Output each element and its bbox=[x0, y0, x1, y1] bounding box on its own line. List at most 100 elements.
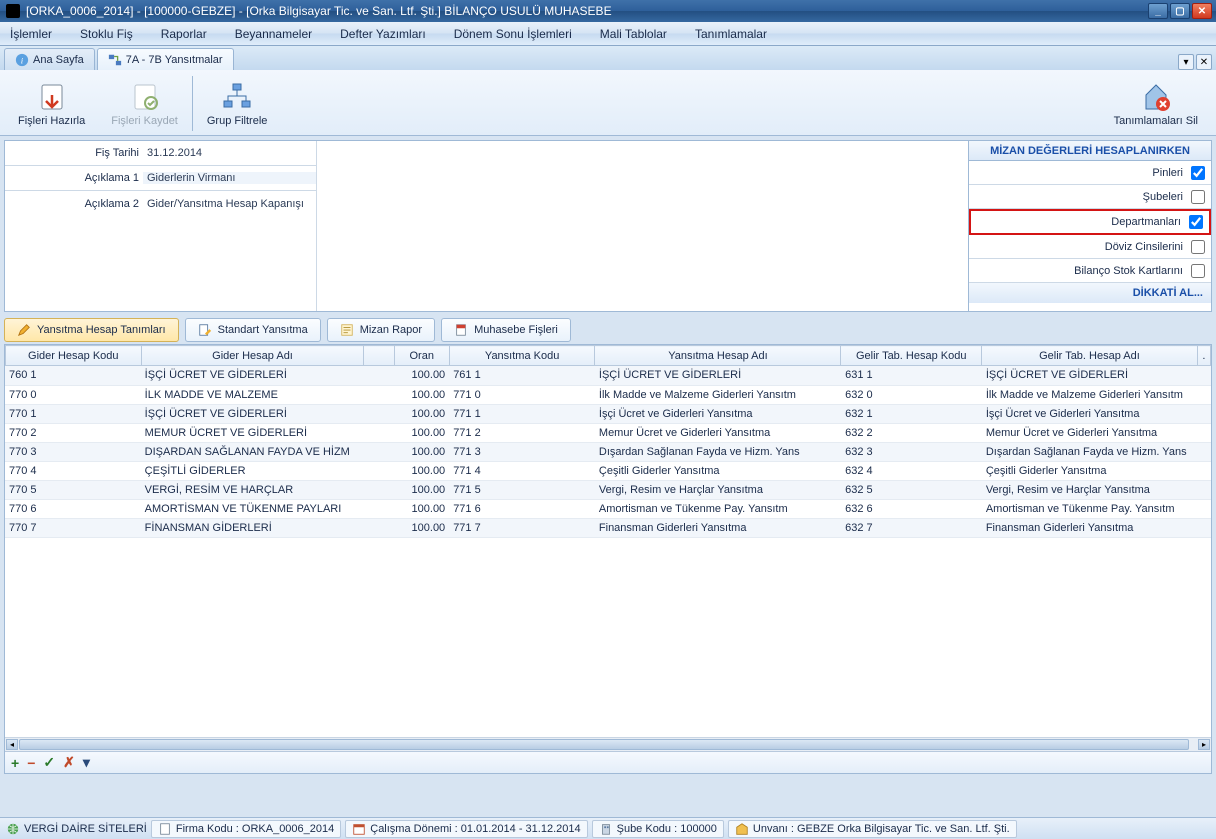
grid-more-button[interactable]: ▾ bbox=[83, 754, 90, 771]
cell-gider-adi[interactable]: DIŞARDAN SAĞLANAN FAYDA VE HİZM bbox=[141, 442, 364, 461]
cell-blank[interactable] bbox=[364, 518, 394, 537]
cell-blank[interactable] bbox=[364, 480, 394, 499]
table-row[interactable]: 770 4ÇEŞİTLİ GİDERLER100.00771 4Çeşitli … bbox=[5, 461, 1211, 480]
status-vergi[interactable]: VERGİ DAİRE SİTELERİ bbox=[24, 823, 147, 835]
cell-blank[interactable] bbox=[364, 423, 394, 442]
cell-gelir-kodu[interactable]: 632 0 bbox=[841, 385, 982, 404]
mizan-checkbox-departmanlari[interactable] bbox=[1189, 215, 1203, 229]
col-gelir-adi[interactable]: Gelir Tab. Hesap Adı bbox=[982, 346, 1198, 366]
cell-last[interactable] bbox=[1198, 518, 1211, 537]
cell-blank[interactable] bbox=[364, 366, 394, 385]
cell-yansitma-kodu[interactable]: 771 7 bbox=[449, 518, 595, 537]
grid-add-button[interactable]: + bbox=[11, 755, 19, 771]
fisleri-hazirla-button[interactable]: Fişleri Hazırla bbox=[12, 77, 91, 131]
table-row[interactable]: 770 2MEMUR ÜCRET VE GİDERLERİ100.00771 2… bbox=[5, 423, 1211, 442]
mizan-checkbox-doviz[interactable] bbox=[1191, 240, 1205, 254]
cell-gelir-kodu[interactable]: 632 3 bbox=[841, 442, 982, 461]
cell-gider-kodu[interactable]: 770 0 bbox=[5, 385, 141, 404]
col-gelir-kodu[interactable]: Gelir Tab. Hesap Kodu bbox=[841, 346, 982, 366]
cell-oran[interactable]: 100.00 bbox=[394, 442, 449, 461]
vtab-mizan-rapor[interactable]: Mizan Rapor bbox=[327, 318, 435, 342]
cell-yansitma-adi[interactable]: Çeşitli Giderler Yansıtma bbox=[595, 461, 841, 480]
table-row[interactable]: 760 1İŞÇİ ÜCRET VE GİDERLERİ100.00761 1İ… bbox=[5, 366, 1211, 385]
table-row[interactable]: 770 1İŞÇİ ÜCRET VE GİDERLERİ100.00771 1İ… bbox=[5, 404, 1211, 423]
mizan-row-departmanlari[interactable]: Departmanları bbox=[969, 209, 1211, 235]
cell-gelir-adi[interactable]: Memur Ücret ve Giderleri Yansıtma bbox=[982, 423, 1198, 442]
grid-body[interactable]: 760 1İŞÇİ ÜCRET VE GİDERLERİ100.00761 1İ… bbox=[5, 366, 1211, 737]
cell-oran[interactable]: 100.00 bbox=[394, 518, 449, 537]
cell-oran[interactable]: 100.00 bbox=[394, 366, 449, 385]
cell-gelir-kodu[interactable]: 631 1 bbox=[841, 366, 982, 385]
scroll-left-arrow[interactable]: ◂ bbox=[6, 739, 18, 750]
cell-oran[interactable]: 100.00 bbox=[394, 423, 449, 442]
tanimlamalari-sil-button[interactable]: Tanımlamaları Sil bbox=[1108, 77, 1204, 131]
cell-yansitma-adi[interactable]: İŞÇİ ÜCRET VE GİDERLERİ bbox=[595, 366, 841, 385]
cell-yansitma-kodu[interactable]: 771 6 bbox=[449, 499, 595, 518]
cell-oran[interactable]: 100.00 bbox=[394, 461, 449, 480]
cell-yansitma-adi[interactable]: İlk Madde ve Malzeme Giderleri Yansıtm bbox=[595, 385, 841, 404]
menu-raporlar[interactable]: Raporlar bbox=[161, 27, 207, 41]
vtab-yansitma-tanimlari[interactable]: Yansıtma Hesap Tanımları bbox=[4, 318, 179, 342]
cell-blank[interactable] bbox=[364, 499, 394, 518]
cell-gider-adi[interactable]: FİNANSMAN GİDERLERİ bbox=[141, 518, 364, 537]
cell-gider-adi[interactable]: MEMUR ÜCRET VE GİDERLERİ bbox=[141, 423, 364, 442]
cell-yansitma-adi[interactable]: Dışardan Sağlanan Fayda ve Hizm. Yans bbox=[595, 442, 841, 461]
cell-last[interactable] bbox=[1198, 442, 1211, 461]
scroll-thumb[interactable] bbox=[19, 739, 1189, 750]
cell-gider-adi[interactable]: İŞÇİ ÜCRET VE GİDERLERİ bbox=[141, 366, 364, 385]
cell-blank[interactable] bbox=[364, 442, 394, 461]
cell-last[interactable] bbox=[1198, 480, 1211, 499]
cell-last[interactable] bbox=[1198, 404, 1211, 423]
minimize-button[interactable]: _ bbox=[1148, 3, 1168, 19]
cell-gider-kodu[interactable]: 770 3 bbox=[5, 442, 141, 461]
cell-blank[interactable] bbox=[364, 385, 394, 404]
cell-yansitma-kodu[interactable]: 771 0 bbox=[449, 385, 595, 404]
vtab-muhasebe-fisleri[interactable]: Muhasebe Fişleri bbox=[441, 318, 571, 342]
grid-cancel-button[interactable]: ✗ bbox=[63, 754, 75, 771]
cell-gelir-adi[interactable]: İŞÇİ ÜCRET VE GİDERLERİ bbox=[982, 366, 1198, 385]
cell-oran[interactable]: 100.00 bbox=[394, 499, 449, 518]
cell-gider-kodu[interactable]: 760 1 bbox=[5, 366, 141, 385]
menu-donem-sonu[interactable]: Dönem Sonu İşlemleri bbox=[454, 27, 572, 41]
cell-gider-adi[interactable]: AMORTİSMAN VE TÜKENME PAYLARI bbox=[141, 499, 364, 518]
cell-blank[interactable] bbox=[364, 404, 394, 423]
cell-gider-kodu[interactable]: 770 5 bbox=[5, 480, 141, 499]
cell-yansitma-kodu[interactable]: 771 2 bbox=[449, 423, 595, 442]
grid-remove-button[interactable]: − bbox=[27, 755, 35, 771]
table-row[interactable]: 770 3DIŞARDAN SAĞLANAN FAYDA VE HİZM 100.… bbox=[5, 442, 1211, 461]
cell-gelir-adi[interactable]: Finansman Giderleri Yansıtma bbox=[982, 518, 1198, 537]
tab-ana-sayfa[interactable]: i Ana Sayfa bbox=[4, 48, 95, 70]
cell-yansitma-kodu[interactable]: 771 3 bbox=[449, 442, 595, 461]
cell-gelir-kodu[interactable]: 632 7 bbox=[841, 518, 982, 537]
cell-oran[interactable]: 100.00 bbox=[394, 480, 449, 499]
cell-yansitma-kodu[interactable]: 771 4 bbox=[449, 461, 595, 480]
cell-yansitma-kodu[interactable]: 771 5 bbox=[449, 480, 595, 499]
status-donem-seg[interactable]: Çalışma Dönemi : 01.01.2014 - 31.12.2014 bbox=[345, 820, 587, 838]
cell-gelir-kodu[interactable]: 632 4 bbox=[841, 461, 982, 480]
status-sube-seg[interactable]: Şube Kodu : 100000 bbox=[592, 820, 724, 838]
col-blank[interactable] bbox=[364, 346, 394, 366]
cell-gider-adi[interactable]: ÇEŞİTLİ GİDERLER bbox=[141, 461, 364, 480]
cell-gelir-adi[interactable]: Dışardan Sağlanan Fayda ve Hizm. Yans bbox=[982, 442, 1198, 461]
tab-dropdown-button[interactable]: ▾ bbox=[1178, 54, 1194, 70]
cell-gelir-adi[interactable]: İşçi Ücret ve Giderleri Yansıtma bbox=[982, 404, 1198, 423]
cell-gelir-adi[interactable]: Çeşitli Giderler Yansıtma bbox=[982, 461, 1198, 480]
cell-oran[interactable]: 100.00 bbox=[394, 404, 449, 423]
cell-gider-adi[interactable]: VERGİ, RESİM VE HARÇLAR bbox=[141, 480, 364, 499]
mizan-row-doviz[interactable]: Döviz Cinsilerini bbox=[969, 235, 1211, 259]
cell-gider-adi[interactable]: İŞÇİ ÜCRET VE GİDERLERİ bbox=[141, 404, 364, 423]
close-button[interactable]: ✕ bbox=[1192, 3, 1212, 19]
cell-last[interactable] bbox=[1198, 461, 1211, 480]
table-row[interactable]: 770 5VERGİ, RESİM VE HARÇLAR100.00771 5V… bbox=[5, 480, 1211, 499]
cell-gider-adi[interactable]: İLK MADDE VE MALZEME bbox=[141, 385, 364, 404]
cell-gelir-kodu[interactable]: 632 1 bbox=[841, 404, 982, 423]
mizan-row-subeleri[interactable]: Şubeleri bbox=[969, 185, 1211, 209]
cell-last[interactable] bbox=[1198, 385, 1211, 404]
scroll-right-arrow[interactable]: ▸ bbox=[1198, 739, 1210, 750]
grup-filtrele-button[interactable]: Grup Filtrele bbox=[201, 77, 274, 131]
cell-gelir-adi[interactable]: İlk Madde ve Malzeme Giderleri Yansıtm bbox=[982, 385, 1198, 404]
aciklama1-value[interactable]: Giderlerin Virmanı bbox=[143, 172, 316, 184]
cell-gider-kodu[interactable]: 770 4 bbox=[5, 461, 141, 480]
cell-yansitma-adi[interactable]: İşçi Ücret ve Giderleri Yansıtma bbox=[595, 404, 841, 423]
status-firma-seg[interactable]: Firma Kodu : ORKA_0006_2014 bbox=[151, 820, 341, 838]
